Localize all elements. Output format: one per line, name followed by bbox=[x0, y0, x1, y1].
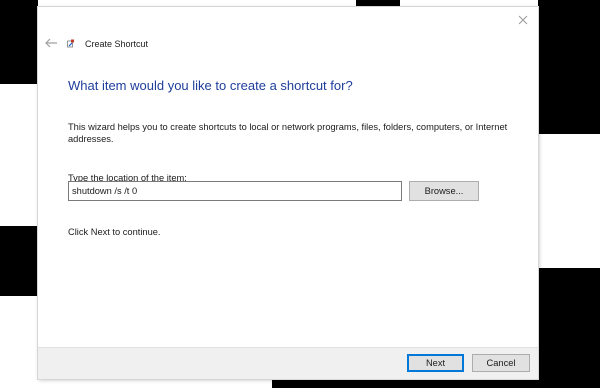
page-heading: What item would you like to create a sho… bbox=[68, 78, 353, 93]
back-arrow-icon[interactable] bbox=[44, 37, 58, 49]
background-block-right-upper bbox=[538, 12, 600, 134]
background-block-top-left bbox=[0, 0, 38, 84]
cancel-button[interactable]: Cancel bbox=[472, 354, 530, 372]
continue-hint: Click Next to continue. bbox=[68, 227, 161, 237]
next-button[interactable]: Next bbox=[407, 354, 464, 372]
background-block-bottom-center bbox=[272, 379, 538, 388]
background-block-top-center bbox=[356, 0, 400, 7]
window-title: Create Shortcut bbox=[85, 39, 149, 49]
location-input[interactable] bbox=[68, 181, 402, 201]
shortcut-icon bbox=[67, 39, 74, 48]
close-icon[interactable] bbox=[516, 13, 530, 27]
background-block-top-right bbox=[538, 0, 600, 12]
background-block-right-lower bbox=[538, 268, 600, 388]
browse-button[interactable]: Browse... bbox=[409, 181, 479, 201]
background-block-left-middle bbox=[0, 226, 38, 296]
create-shortcut-dialog: Create Shortcut What item would you like… bbox=[38, 7, 538, 379]
dialog-footer: Next Cancel bbox=[38, 347, 538, 379]
wizard-description: This wizard helps you to create shortcut… bbox=[68, 122, 508, 144]
